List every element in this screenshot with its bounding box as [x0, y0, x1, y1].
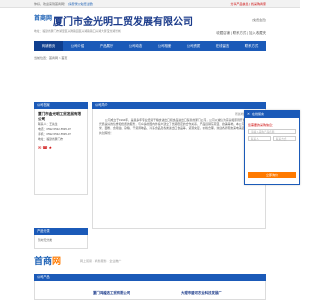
submit-button[interactable]: 立即询价 [248, 172, 296, 178]
banner-tags: 网上贸易 · 商务服务 · 企业推广 [80, 259, 122, 263]
inquiry-panel: ✕ 在线留言 您需要的采购信息： 请输入采购产品名称 联系人 联系方式 立即询价 [244, 110, 300, 185]
products-panel: 厦门鸿越洁工贸有限公司 大理市碧河农业科技发展厂 [34, 281, 266, 300]
inquiry-title: 在线留言 [252, 112, 265, 116]
site-logo[interactable]: 首商网 [34, 13, 52, 22]
product-link-2[interactable]: 大理市碧河农业科技发展厂 [181, 290, 222, 295]
banner-logo-a: 首商 [34, 256, 53, 266]
nav-item-home[interactable]: 商铺首页 [34, 41, 63, 51]
contact-name-input[interactable]: 联系人 [248, 136, 271, 141]
company-title: 厦门市金光明工贸发展有限公司 [53, 17, 193, 28]
intro-panel: 所属地区:福建厦门市 公司成立于1994年，是集多年专业经营干粮食进出口和食品进… [92, 109, 266, 229]
sidebar-contact-head: 公司档案 [34, 102, 88, 109]
product-input[interactable]: 请输入采购产品名称 [248, 129, 296, 134]
sidebar-contact: 厦门市金光明工贸发展有限公司 联系人：王先生 电话：0592-5532-5595… [34, 109, 88, 195]
brand-banner: 首商网 网上贸易 · 商务服务 · 企业推广 [34, 250, 266, 272]
inquiry-head: ✕ 在线留言 [245, 111, 299, 118]
contact-icons[interactable]: ✉ ☎ ★ [38, 145, 84, 150]
header: 首商网 厦门市金光明工贸发展有限公司 地址：福建省厦门市湖里区兴隆路园区兴湖路路… [34, 9, 266, 37]
nav-item-contact[interactable]: 联系方式 [237, 41, 266, 51]
inquiry-row: 联系人 联系方式 [248, 136, 296, 141]
shop-links[interactable]: 收藏店铺 | 联系方式 | 加入收藏夹 [216, 30, 266, 35]
welcome-text: 你好，欢迎来到首商网！ [请登录] [免费注册] [34, 2, 93, 6]
contact-address: 地址：福建省厦门市 [38, 137, 64, 141]
top-bar: 你好，欢迎来到首商网！ [请登录] [免费注册] 分享产品信息 | 找采购商家 [0, 0, 300, 8]
sidebar-company: 厦门市金光明工贸发展有限公司 [38, 112, 82, 121]
sidebar-category-head: 产品分类 [34, 228, 88, 235]
sidebar-category: 暂时无分类 [34, 235, 88, 249]
intro-head: 公司简介 [92, 102, 266, 109]
main-nav: 商铺首页 公司介绍 产品展厅 公司动态 公司相册 公司资质 在线留言 联系方式 [34, 41, 266, 51]
nav-item-message[interactable]: 在线留言 [208, 41, 237, 51]
welcome-label: 你好，欢迎来到首商网！ [34, 2, 68, 6]
nav-item-about[interactable]: 公司介绍 [63, 41, 92, 51]
top-links[interactable]: 分享产品信息 | 找采购商家 [231, 2, 266, 6]
intro-text: 公司成立于1994年，是集多年专业经营干粮食进出口和食品进出口贸易的厦门公司，公… [99, 118, 260, 135]
banner-logo[interactable]: 首商网 [34, 254, 61, 267]
login-link[interactable]: [请登录] [68, 2, 79, 6]
banner-logo-b: 网 [52, 256, 62, 266]
nav-item-cert[interactable]: 公司资质 [179, 41, 208, 51]
nav-item-news[interactable]: 公司动态 [121, 41, 150, 51]
contact-info-input[interactable]: 联系方式 [273, 136, 296, 141]
products-head: 公司产品 [34, 274, 266, 281]
breadcrumb: 当前位置：首商网 > 首页 [34, 56, 68, 60]
close-icon[interactable]: ✕ [247, 111, 250, 118]
inquiry-label: 您需要的采购信息： [248, 123, 276, 127]
product-link-1[interactable]: 厦门鸿越洁工贸有限公司 [93, 290, 130, 295]
register-link[interactable]: [免费注册] [79, 2, 93, 6]
company-address: 地址：福建省厦门市湖里区兴隆路园区兴湖路路口兴湖大厦宝龙湖景城 [34, 29, 121, 33]
nav-item-products[interactable]: 产品展厅 [92, 41, 121, 51]
member-badge: [免费会员] [252, 18, 266, 22]
nav-item-album[interactable]: 公司相册 [150, 41, 179, 51]
